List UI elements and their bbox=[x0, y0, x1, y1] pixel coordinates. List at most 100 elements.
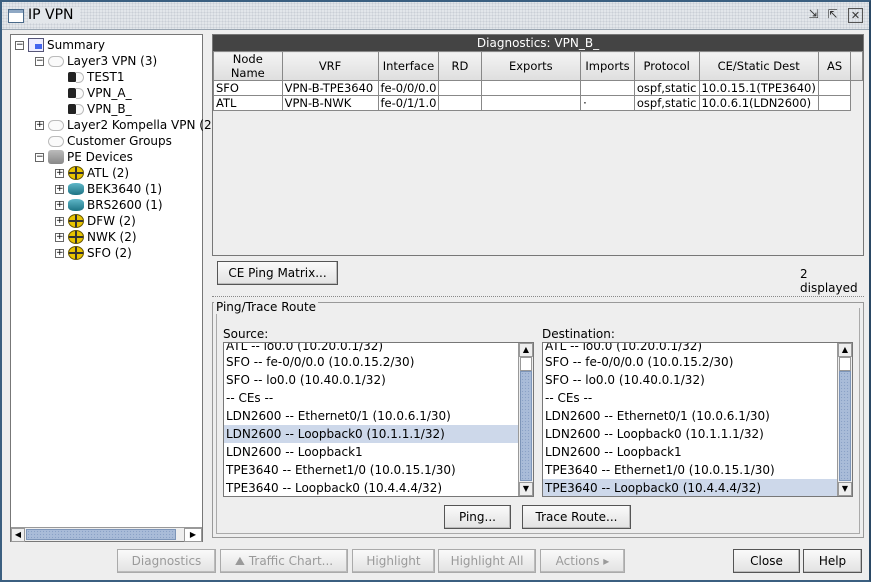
expand-icon[interactable]: + bbox=[55, 248, 64, 258]
cisco-router-icon bbox=[68, 199, 84, 211]
tree-item[interactable]: VPN_B_ bbox=[68, 101, 132, 117]
collapse-icon[interactable]: − bbox=[35, 56, 44, 66]
highlight-button[interactable]: Highlight bbox=[352, 549, 435, 573]
list-item[interactable]: SFO -- lo0.0 (10.40.0.1/32) bbox=[224, 371, 533, 389]
table-cell bbox=[438, 80, 482, 96]
expand-icon[interactable]: + bbox=[55, 216, 64, 226]
collapse-icon[interactable]: − bbox=[35, 152, 44, 162]
expand-icon[interactable]: + bbox=[55, 200, 64, 210]
splitter[interactable] bbox=[212, 296, 864, 297]
column-header[interactable]: Imports bbox=[580, 51, 635, 81]
list-item[interactable]: LDN2600 -- Loopback0 (10.1.1.1/32) bbox=[224, 425, 533, 443]
tree-item-label: DFW (2) bbox=[87, 214, 136, 228]
vpn-cloud-icon bbox=[76, 71, 84, 83]
expand-icon[interactable]: + bbox=[55, 232, 64, 242]
destination-list[interactable]: ATL -- lo0.0 (10.20.0.1/32) SFO -- fe-0/0… bbox=[542, 342, 853, 497]
trace-route-button[interactable]: Trace Route... bbox=[522, 505, 631, 529]
list-item[interactable]: LDN2600 -- Loopback0 (10.1.1.1/32) bbox=[543, 425, 852, 443]
list-item[interactable]: LDN2600 -- Loopback1 bbox=[224, 443, 533, 461]
column-header[interactable]: CE/Static Dest bbox=[698, 51, 819, 81]
destination-list-scrollbar[interactable]: ▲ ▼ bbox=[837, 343, 852, 496]
list-item[interactable]: TPE3640 -- Ethernet1/0 (10.0.15.1/30) bbox=[543, 461, 852, 479]
scroll-down-icon[interactable]: ▼ bbox=[838, 482, 852, 496]
ip-vpn-window: IP VPN ⇲ ⇱ ✕ ◀ ▶ − Summary − Layer3 VPN (3)… bbox=[0, 0, 871, 582]
tree-item-label: VPN_A_ bbox=[87, 86, 132, 100]
vpn-tree[interactable]: ◀ ▶ − Summary − Layer3 VPN (3) TEST1 VPN_A_ VP… bbox=[10, 34, 212, 542]
tree-item[interactable]: + BRS2600 (1) bbox=[55, 197, 163, 213]
expand-icon[interactable]: + bbox=[55, 168, 64, 178]
help-button[interactable]: Help bbox=[803, 549, 862, 573]
column-header[interactable]: Interface bbox=[377, 51, 440, 81]
list-item[interactable]: -- CEs -- bbox=[224, 389, 533, 407]
list-item[interactable]: LDN2600 -- Loopback1 bbox=[543, 443, 852, 461]
tree-item[interactable]: Customer Groups bbox=[48, 133, 172, 149]
scroll-thumb[interactable] bbox=[839, 371, 851, 481]
ping-button[interactable]: Ping... bbox=[444, 505, 511, 529]
list-item[interactable]: SFO -- fe-0/0/0.0 (10.0.15.2/30) bbox=[224, 353, 533, 371]
list-item[interactable]: LDN2600 -- Ethernet0/1 (10.0.6.1/30) bbox=[224, 407, 533, 425]
tree-item[interactable]: TEST1 bbox=[68, 69, 125, 85]
list-item[interactable]: LDN2600 -- Ethernet0/1 (10.0.6.1/30) bbox=[543, 407, 852, 425]
scroll-up-icon[interactable]: ▲ bbox=[519, 343, 533, 357]
restore-icon[interactable]: ⇲ bbox=[806, 8, 821, 23]
actions-button[interactable]: Actions ▸ bbox=[540, 549, 625, 573]
list-item[interactable]: TPE3640 -- Loopback0 (10.4.4.4/32) bbox=[543, 479, 852, 496]
tree-item[interactable]: − PE Devices bbox=[35, 149, 133, 165]
lock-icon bbox=[68, 72, 76, 82]
tree-item[interactable]: + NWK (2) bbox=[55, 229, 137, 245]
expand-icon[interactable]: + bbox=[55, 184, 64, 194]
window-title: IP VPN bbox=[28, 7, 80, 23]
table-cell bbox=[580, 80, 635, 96]
ce-ping-matrix-button[interactable]: CE Ping Matrix... bbox=[217, 261, 338, 285]
scroll-left-icon[interactable]: ◀ bbox=[11, 528, 25, 542]
list-item[interactable]: ATL -- lo0.0 (10.20.0.1/32) bbox=[224, 343, 533, 353]
list-item[interactable]: TPE3640 -- Loopback0 (10.4.4.4/32) bbox=[224, 479, 533, 496]
diagnostics-button[interactable]: Diagnostics bbox=[117, 549, 216, 573]
tree-item[interactable]: VPN_A_ bbox=[68, 85, 132, 101]
close-button[interactable]: Close bbox=[733, 549, 800, 573]
list-item[interactable]: TPE3640 -- Ethernet1/0 (10.0.15.1/30) bbox=[224, 461, 533, 479]
column-header[interactable]: VRF bbox=[281, 51, 379, 81]
table-row[interactable]: ATL VPN-B-NWK fe-0/1/1.0 · ospf,static 10.0.6… bbox=[213, 95, 863, 111]
maximize-icon[interactable]: ⇱ bbox=[825, 8, 840, 23]
scroll-right-icon[interactable]: ▶ bbox=[184, 528, 202, 542]
list-item[interactable]: SFO -- fe-0/0/0.0 (10.0.15.2/30) bbox=[543, 353, 852, 371]
scroll-down-icon[interactable]: ▼ bbox=[519, 482, 533, 496]
tree-horizontal-scrollbar[interactable]: ◀ ▶ bbox=[11, 527, 202, 542]
table-cell bbox=[817, 80, 852, 96]
table-cell: VPN-B-NWK bbox=[281, 95, 379, 111]
column-header[interactable]: Node Name bbox=[213, 51, 283, 81]
tree-item[interactable]: − Summary bbox=[15, 37, 105, 53]
list-item[interactable]: ATL -- lo0.0 (10.20.0.1/32) bbox=[543, 343, 852, 353]
highlight-all-button[interactable]: Highlight All bbox=[438, 549, 536, 573]
tree-item[interactable]: − Layer3 VPN (3) bbox=[35, 53, 157, 69]
traffic-chart-button[interactable]: ⛰ Traffic Chart... bbox=[220, 549, 348, 573]
tree-item-label: NWK (2) bbox=[87, 230, 137, 244]
list-item[interactable]: -- CEs -- bbox=[543, 389, 852, 407]
tree-item-label: VPN_B_ bbox=[87, 102, 132, 116]
title-bar[interactable]: IP VPN ⇲ ⇱ ✕ bbox=[2, 2, 869, 30]
database-icon bbox=[48, 150, 64, 164]
scroll-thumb[interactable] bbox=[520, 371, 532, 481]
column-header[interactable]: AS bbox=[817, 51, 852, 81]
displayed-count: 2 displayed bbox=[800, 267, 858, 295]
source-list[interactable]: ATL -- lo0.0 (10.20.0.1/32) SFO -- fe-0/0… bbox=[223, 342, 534, 497]
scroll-thumb[interactable] bbox=[26, 529, 176, 540]
scroll-up-icon[interactable]: ▲ bbox=[838, 343, 852, 357]
column-header[interactable]: Exports bbox=[480, 51, 582, 81]
tree-item-label: BRS2600 (1) bbox=[87, 198, 163, 212]
tree-item[interactable]: + ATL (2) bbox=[55, 165, 129, 181]
collapse-icon[interactable]: − bbox=[15, 40, 24, 50]
column-header[interactable]: RD bbox=[438, 51, 482, 81]
list-item[interactable]: SFO -- lo0.0 (10.40.0.1/32) bbox=[543, 371, 852, 389]
table-cell: 10.0.6.1(LDN2600) bbox=[698, 95, 819, 111]
close-icon[interactable]: ✕ bbox=[848, 8, 863, 23]
source-list-scrollbar[interactable]: ▲ ▼ bbox=[518, 343, 533, 496]
tree-item[interactable]: + DFW (2) bbox=[55, 213, 136, 229]
tree-item[interactable]: + SFO (2) bbox=[55, 245, 132, 261]
tree-item[interactable]: + Layer2 Kompella VPN (2 bbox=[35, 117, 212, 133]
table-row[interactable]: SFO VPN-B-TPE3640 fe-0/0/0.0 ospf,static 10.… bbox=[213, 80, 863, 96]
column-header[interactable]: Protocol bbox=[633, 51, 700, 81]
tree-item[interactable]: + BEK3640 (1) bbox=[55, 181, 162, 197]
expand-icon[interactable]: + bbox=[35, 120, 44, 130]
